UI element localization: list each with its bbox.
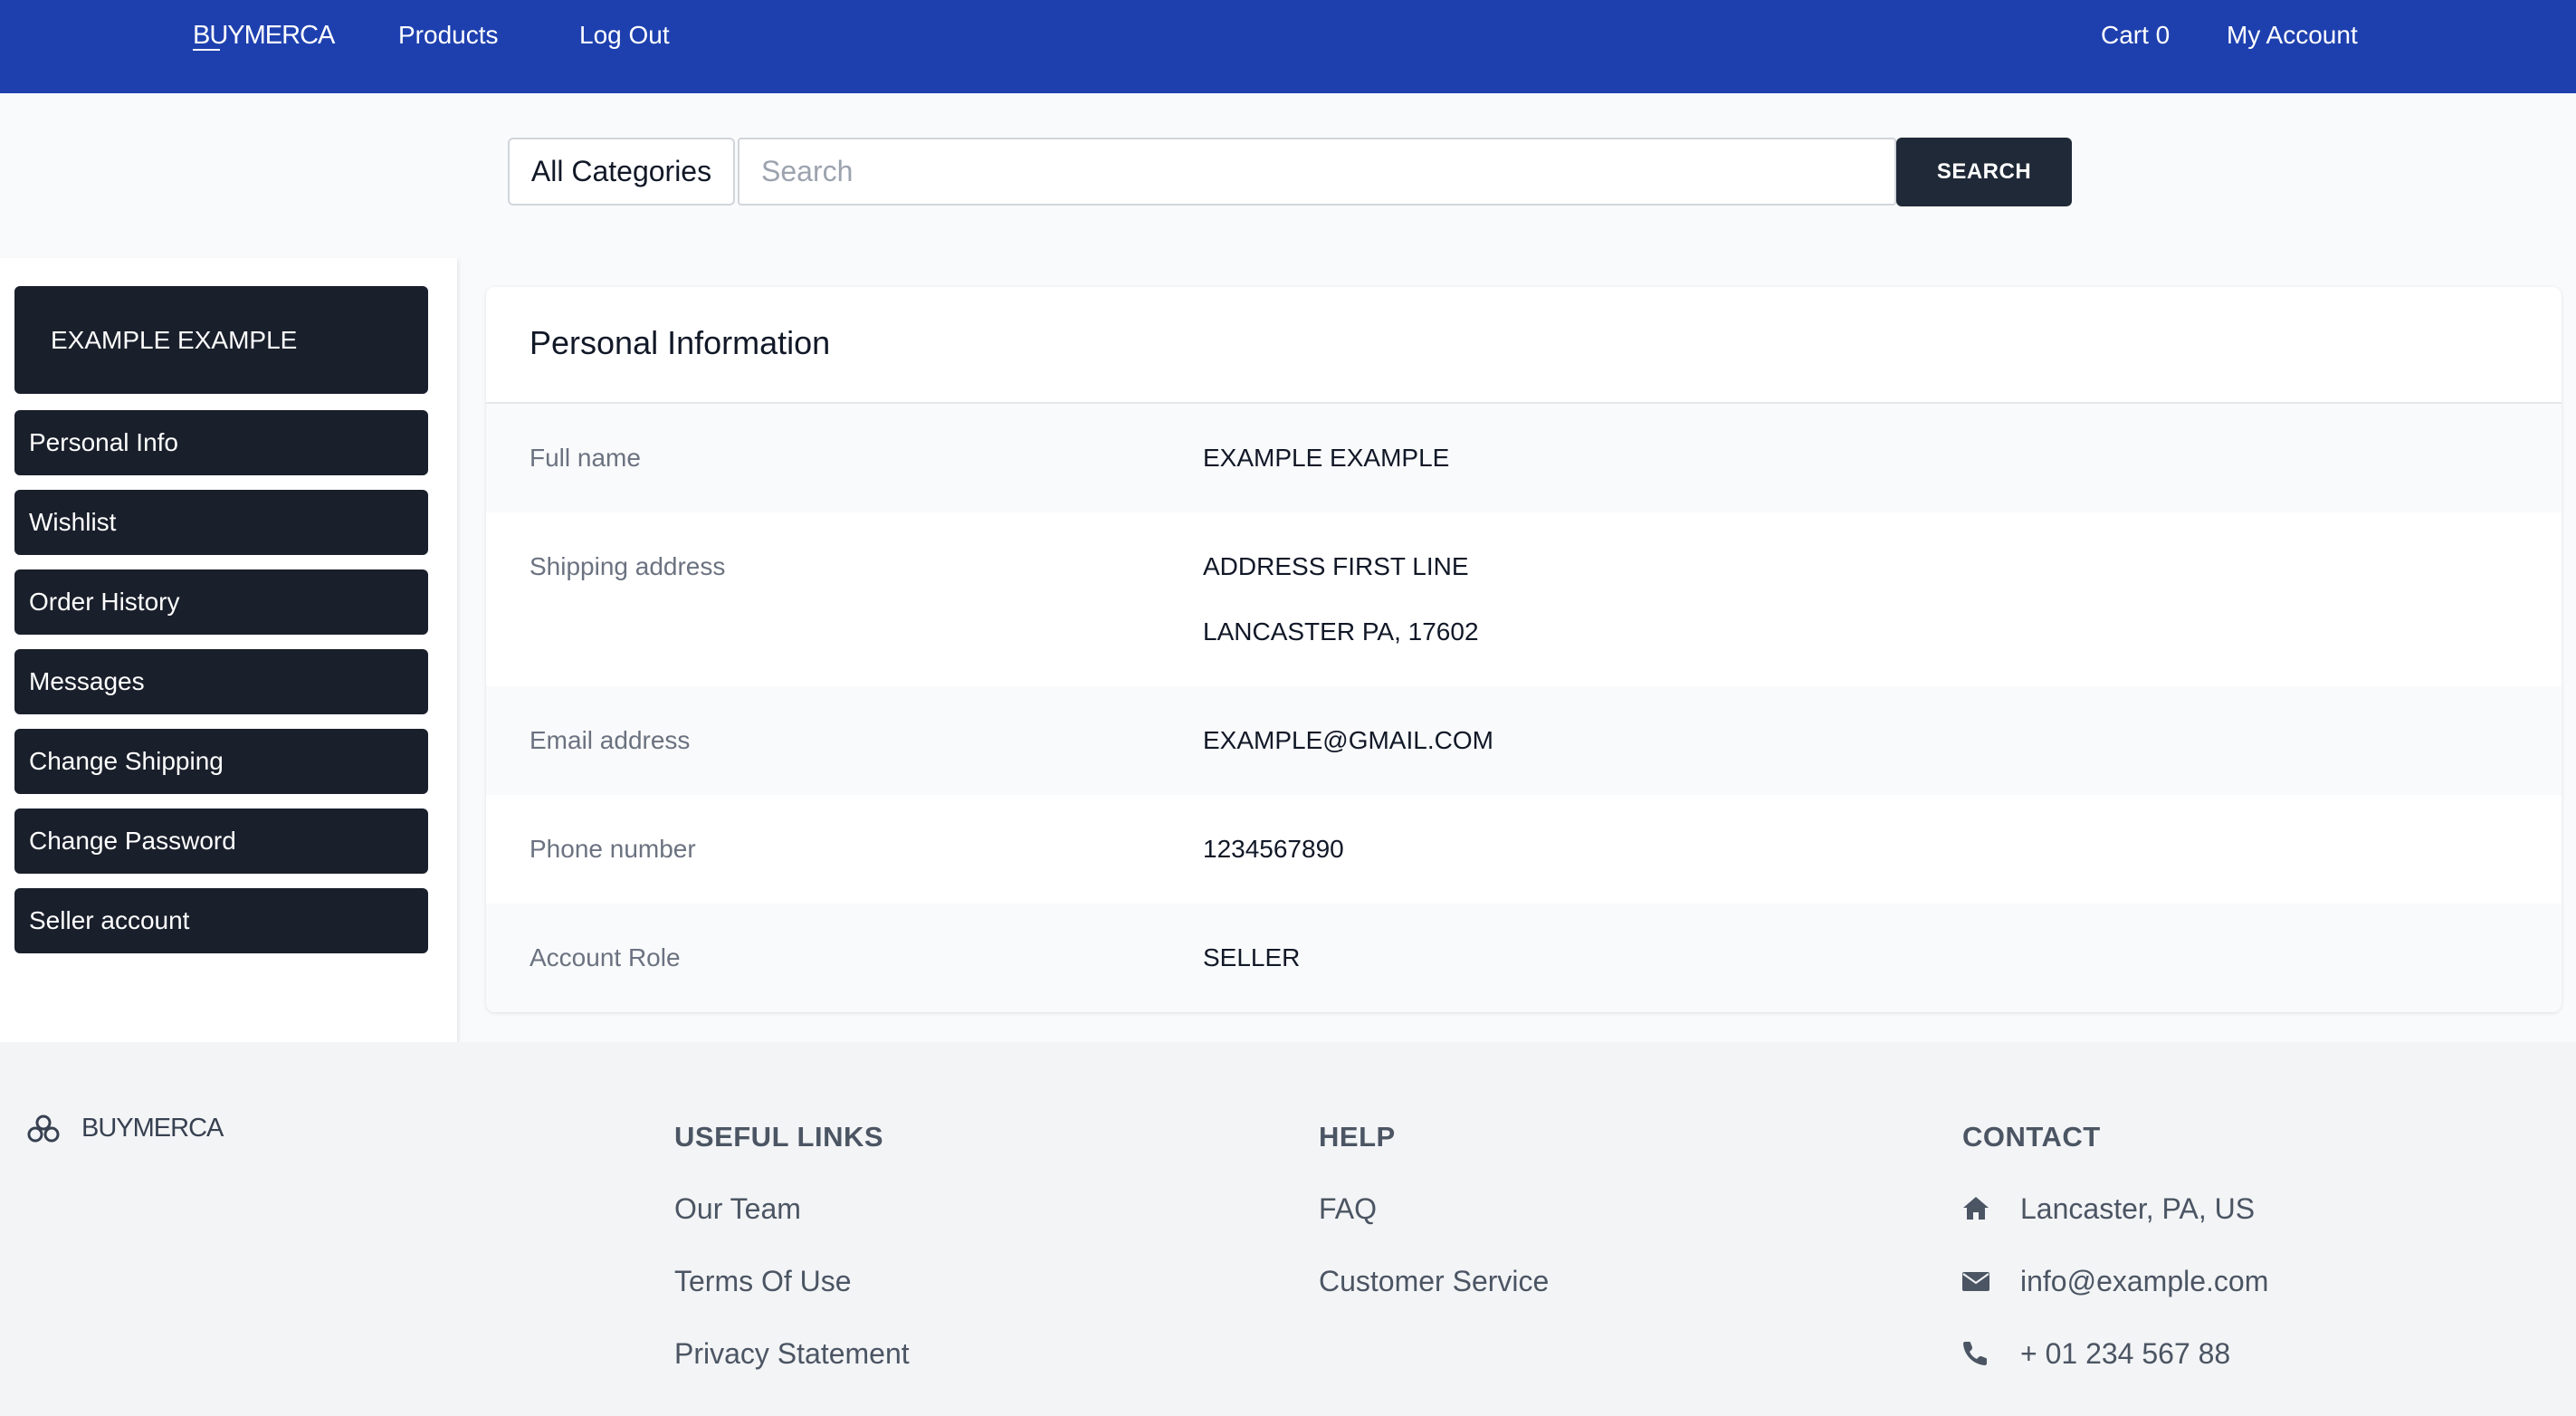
envelope-icon (1962, 1272, 1989, 1291)
row-full-name: Full name EXAMPLE EXAMPLE (486, 404, 2562, 512)
email-value: EXAMPLE@GMAIL.COM (1203, 726, 1493, 754)
account-role-label: Account Role (530, 943, 681, 971)
search-button[interactable]: SEARCH (1896, 138, 2072, 206)
sidebar-item-change-password[interactable]: Change Password (14, 808, 428, 874)
footer-link-terms[interactable]: Terms Of Use (674, 1264, 852, 1298)
card-title: Personal Information (530, 324, 831, 361)
account-role-value: SELLER (1203, 943, 1301, 971)
sidebar-item-order-history[interactable]: Order History (14, 569, 428, 635)
sidebar-item-personal-info[interactable]: Personal Info (14, 410, 428, 475)
search-input[interactable]: Search (738, 138, 1896, 206)
nav-products-link[interactable]: Products (398, 20, 499, 51)
shipping-address-line1: ADDRESS FIRST LINE (1203, 552, 1469, 580)
brand-underline (193, 49, 220, 51)
sidebar-item-wishlist[interactable]: Wishlist (14, 490, 428, 555)
nav-cart-link[interactable]: Cart 0 (2101, 20, 2170, 51)
phone-icon (1963, 1342, 1987, 1365)
email-label: Email address (530, 726, 691, 754)
useful-links-heading: USEFUL LINKS (674, 1121, 884, 1153)
brand-logo[interactable]: BUYMERCA (193, 20, 335, 51)
personal-info-card: Personal Information Full name EXAMPLE E… (486, 287, 2562, 1012)
contact-heading: CONTACT (1962, 1121, 2101, 1153)
full-name-label: Full name (530, 444, 641, 472)
sidebar-item-seller-account[interactable]: Seller account (14, 888, 428, 953)
contact-phone[interactable]: + 01 234 567 88 (2020, 1336, 2230, 1371)
shipping-address-label: Shipping address (530, 552, 726, 580)
footer-link-faq[interactable]: FAQ (1319, 1191, 1377, 1226)
sidebar-user-name: EXAMPLE EXAMPLE (14, 286, 428, 394)
footer-link-our-team[interactable]: Our Team (674, 1191, 801, 1226)
account-sidebar: EXAMPLE EXAMPLE Personal Info Wishlist O… (0, 258, 457, 1042)
nav-logout-link[interactable]: Log Out (579, 20, 670, 51)
footer: BUYMERCA USEFUL LINKS Our Team Terms Of … (0, 1042, 2576, 1416)
sidebar-item-change-shipping[interactable]: Change Shipping (14, 729, 428, 794)
footer-brand[interactable]: BUYMERCA (81, 1112, 224, 1144)
row-shipping-address: Shipping address ADDRESS FIRST LINE LANC… (486, 512, 2562, 686)
footer-link-customer-service[interactable]: Customer Service (1319, 1264, 1549, 1298)
sidebar-item-messages[interactable]: Messages (14, 649, 428, 714)
category-select[interactable]: All Categories (508, 138, 735, 206)
phone-value: 1234567890 (1203, 835, 1344, 863)
row-phone: Phone number 1234567890 (486, 795, 2562, 904)
logo-icon (27, 1115, 60, 1143)
contact-address: Lancaster, PA, US (2020, 1192, 2256, 1225)
phone-label: Phone number (530, 835, 696, 863)
top-navbar: BUYMERCA Products Log Out Cart 0 My Acco… (0, 0, 2576, 93)
full-name-value: EXAMPLE EXAMPLE (1203, 444, 1450, 472)
contact-email[interactable]: info@example.com (2020, 1264, 2268, 1298)
nav-account-link[interactable]: My Account (2227, 20, 2358, 51)
row-email: Email address EXAMPLE@GMAIL.COM (486, 686, 2562, 795)
row-account-role: Account Role SELLER (486, 904, 2562, 1012)
shipping-address-line2: LANCASTER PA, 17602 (1203, 617, 1479, 646)
help-heading: HELP (1319, 1121, 1396, 1153)
home-icon (1963, 1197, 1989, 1220)
footer-link-privacy[interactable]: Privacy Statement (674, 1336, 910, 1371)
